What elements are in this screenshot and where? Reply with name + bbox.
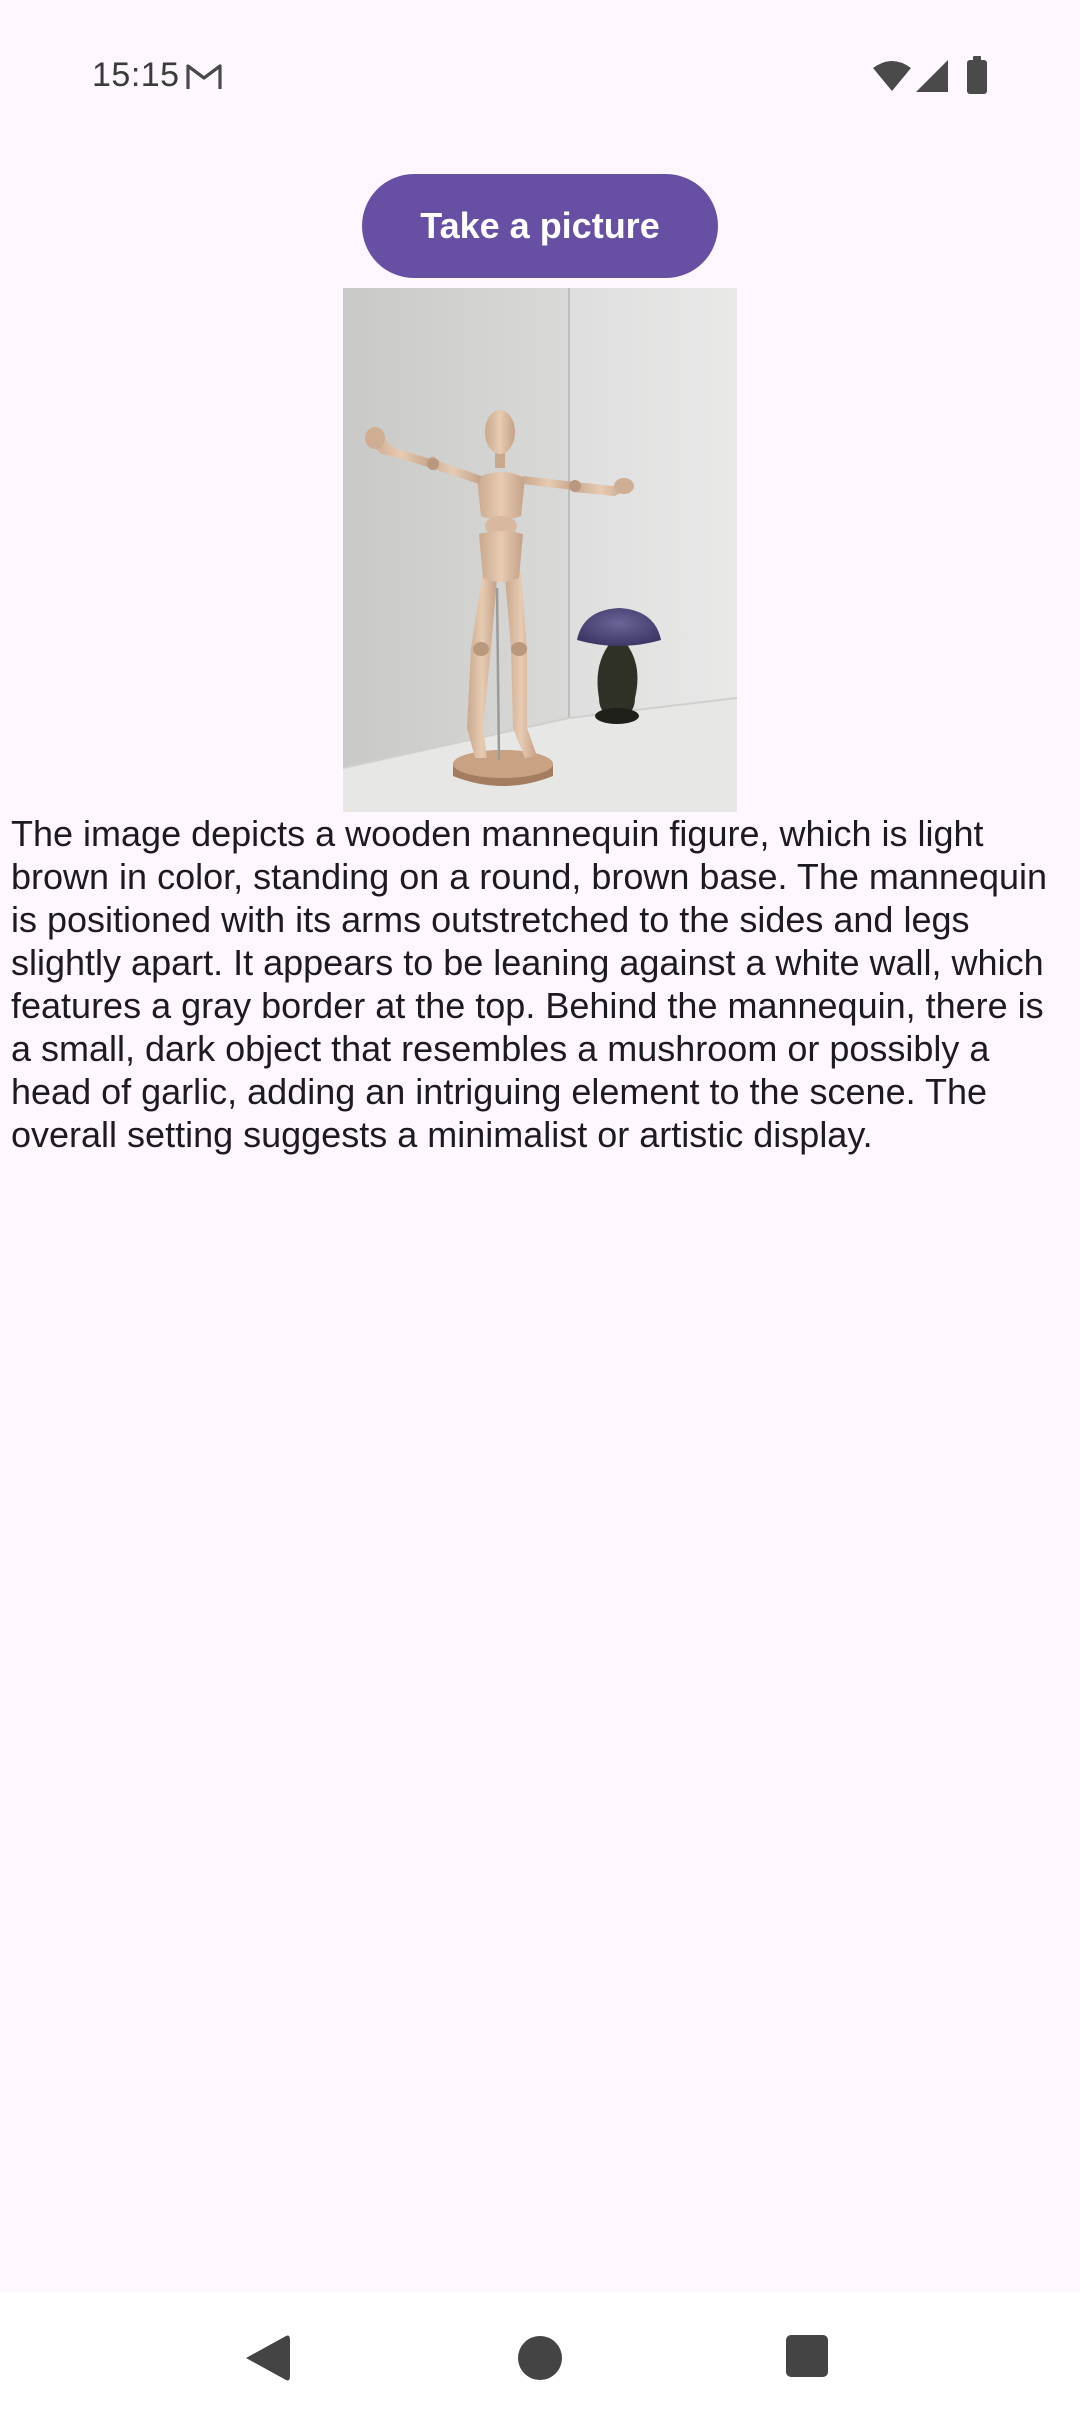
status-time: 15:15 — [92, 56, 180, 94]
back-icon[interactable] — [244, 2334, 290, 2382]
home-icon[interactable] — [516, 2334, 564, 2382]
image-description: The image depicts a wooden mannequin fig… — [11, 813, 1048, 1155]
take-picture-button[interactable]: Take a picture — [362, 174, 718, 278]
battery-icon — [967, 56, 987, 94]
recents-icon[interactable] — [786, 2335, 828, 2377]
captured-photo — [343, 288, 737, 812]
gmail-icon — [186, 64, 222, 89]
wifi-icon — [873, 61, 911, 91]
signal-icon — [916, 60, 948, 92]
navigation-bar — [0, 2292, 1080, 2424]
status-bar: 15:15 — [0, 0, 1080, 150]
photo-illustration — [343, 288, 737, 812]
